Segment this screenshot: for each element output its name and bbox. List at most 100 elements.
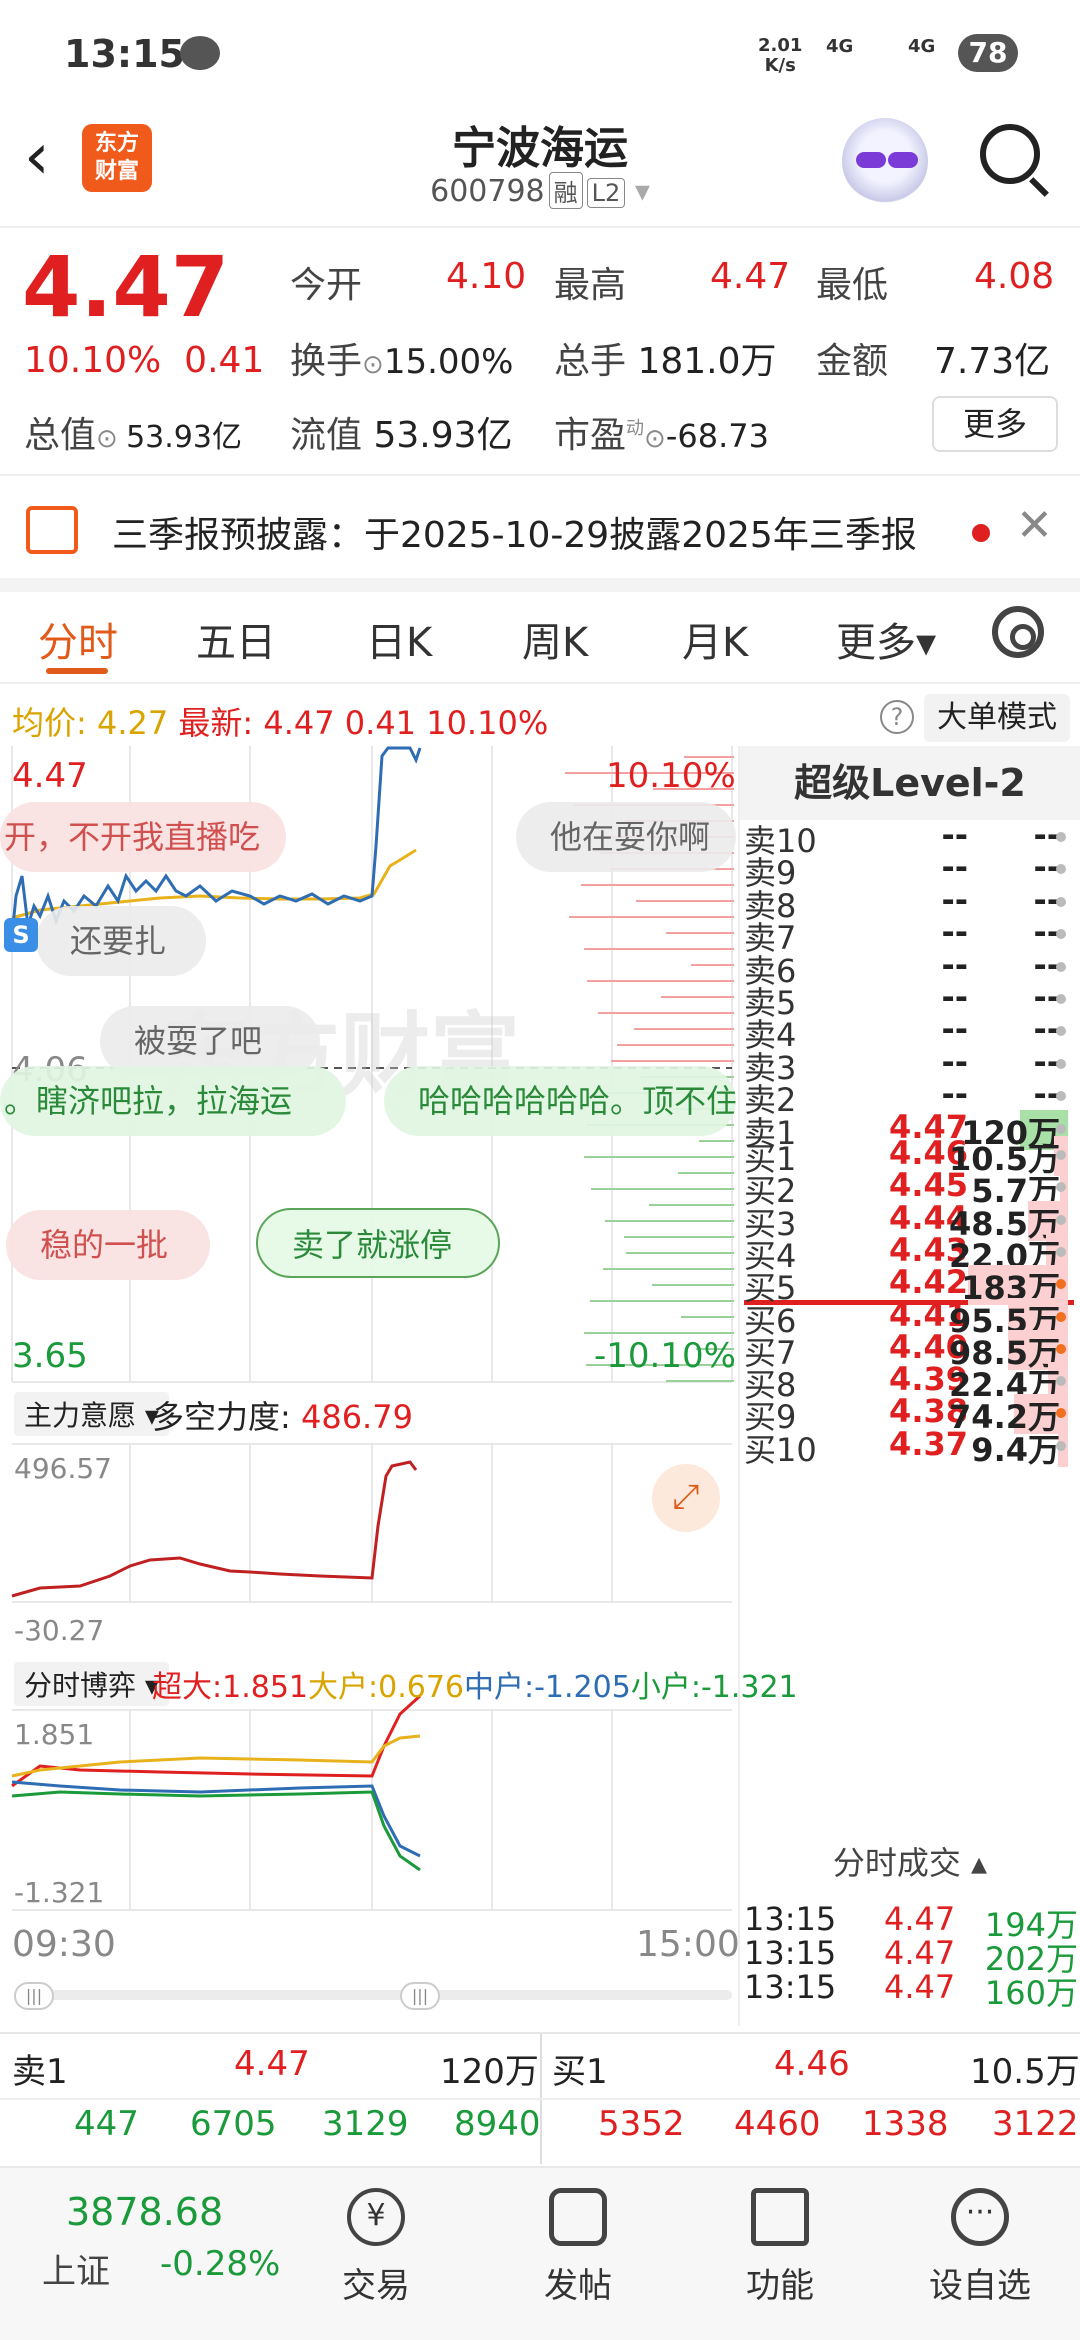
depth-bar bbox=[605, 1220, 734, 1222]
nav-functions[interactable]: 功能 bbox=[710, 2188, 850, 2307]
signal-icon: 4G bbox=[826, 36, 854, 57]
danmaku-bubble[interactable]: 开，不开我直播吃 bbox=[0, 802, 286, 872]
expand-icon[interactable]: ⤢ bbox=[652, 1464, 720, 1532]
trade-row: 13:15 4.47 160万 bbox=[744, 1968, 1078, 2012]
trade-amount: 金额 7.73亿 bbox=[816, 341, 1051, 382]
search-icon[interactable] bbox=[980, 124, 1040, 184]
grid-icon bbox=[751, 2188, 809, 2246]
depth-bar bbox=[617, 1044, 734, 1046]
depth-bar bbox=[666, 932, 734, 934]
depth-bar bbox=[666, 1380, 734, 1382]
tab-weekly-k[interactable]: 周K bbox=[522, 610, 588, 668]
chart-low-price: 3.65 bbox=[12, 1336, 88, 1376]
depth-bar bbox=[584, 948, 734, 950]
network-speed: 2.01 K/s bbox=[758, 35, 803, 76]
announcement-text: 三季报预披露：于2025-10-29披露2025年三季报 bbox=[112, 515, 917, 556]
tab-more[interactable]: 更多▾ bbox=[836, 610, 936, 668]
more-dots-icon: ··· bbox=[951, 2188, 1009, 2246]
trade-row: 13:15 4.47 194万 bbox=[744, 1900, 1078, 1944]
index-change: -0.28% bbox=[160, 2244, 281, 2284]
float-cap: 流值 53.93亿 bbox=[290, 415, 513, 456]
level2-tag: L2 bbox=[586, 178, 626, 208]
status-bar: 13:15 2.01 K/s 4G 4G 78 bbox=[0, 0, 1080, 110]
help-icon[interactable]: ? bbox=[880, 700, 914, 734]
nav-post[interactable]: 发帖 bbox=[508, 2188, 648, 2307]
orderbook-title: 超级Level-2 bbox=[740, 746, 1080, 820]
depth-bar bbox=[611, 1060, 734, 1062]
index-value[interactable]: 3878.68 bbox=[66, 2190, 223, 2234]
current-price: 4.47 bbox=[22, 238, 230, 336]
margin-tag: 融 bbox=[548, 172, 583, 209]
robot-assistant-icon[interactable] bbox=[842, 118, 928, 204]
depth-bar bbox=[584, 1156, 734, 1158]
indicator2-legend: 超大:1.851大户:0.676中户:-1.205小户:-1.321 bbox=[152, 1670, 798, 1705]
order-book: 超级Level-2 卖10 -- -- 卖9 -- -- 卖8 -- -- 卖7 -- -- 卖6 -- -… bbox=[738, 746, 1080, 2026]
battery-icon: 78 bbox=[958, 34, 1018, 72]
depth-bar bbox=[584, 1332, 734, 1334]
announcement-bar[interactable]: 三季报预披露：于2025-10-29披露2025年三季报 ✕ bbox=[0, 480, 1080, 580]
indicator1-min: -30.27 bbox=[14, 1614, 105, 1647]
depth-bar bbox=[590, 1300, 734, 1302]
indicator2-select[interactable]: 分时博弈 ▾ bbox=[14, 1662, 169, 1706]
danmaku-bubble[interactable]: 卖了就涨停 bbox=[256, 1208, 500, 1278]
depth-bar bbox=[569, 916, 734, 918]
open-price: 今开 4.10 bbox=[290, 256, 527, 306]
depth-bar bbox=[581, 884, 734, 886]
price-change: 10.10% 0.41 bbox=[24, 340, 265, 381]
index-name: 上证 bbox=[42, 2252, 110, 2292]
indicator1-max: 496.57 bbox=[14, 1452, 112, 1485]
depth-bar bbox=[649, 1204, 734, 1206]
tab-intraday[interactable]: 分时 bbox=[38, 610, 118, 668]
low-price: 最低 4.08 bbox=[816, 256, 1055, 306]
close-icon[interactable]: ✕ bbox=[1016, 500, 1053, 551]
nav-add-watchlist[interactable]: ··· 设自选 bbox=[910, 2188, 1050, 2307]
tab-five-day[interactable]: 五日 bbox=[196, 610, 276, 668]
unread-dot bbox=[972, 524, 990, 542]
small-line bbox=[11, 1790, 421, 1872]
scroll-handle-left[interactable]: ||| bbox=[14, 1982, 54, 2010]
depth-bar bbox=[661, 996, 734, 998]
danmaku-bubble[interactable]: 。瞎济吧拉，拉海运 bbox=[0, 1066, 346, 1136]
depth-bar bbox=[681, 1316, 734, 1318]
danmaku-bubble[interactable]: 稳的一批 bbox=[6, 1210, 210, 1280]
speaker-icon bbox=[26, 506, 78, 554]
gear-icon[interactable] bbox=[992, 606, 1044, 658]
chart-tabs: 分时 五日 日K 周K 月K 更多▾ bbox=[0, 588, 1080, 684]
status-time: 13:15 bbox=[64, 32, 185, 76]
indicator2-max: 1.851 bbox=[14, 1718, 95, 1751]
depth-bar bbox=[626, 1252, 734, 1254]
turnover-rate: 换手⊙15.00% bbox=[290, 341, 514, 382]
danmaku-bubble[interactable]: 哈哈哈哈哈哈。顶不住 bbox=[384, 1066, 736, 1136]
danmaku-bubble[interactable]: 还要扎 bbox=[36, 906, 206, 976]
depth-bar bbox=[598, 1012, 734, 1014]
depth-bar bbox=[587, 980, 734, 982]
bid-row[interactable]: 买10 4.37 9.4万 bbox=[740, 1421, 1080, 1469]
tab-daily-k[interactable]: 日K bbox=[366, 610, 432, 668]
big-order-mode-button[interactable]: 大单模式 bbox=[924, 694, 1070, 742]
edit-icon bbox=[549, 2188, 607, 2246]
market-cap: 总值⊙ 53.93亿 bbox=[24, 415, 242, 456]
more-button[interactable]: 更多 bbox=[932, 396, 1058, 452]
total-volume: 总手 181.0万 bbox=[554, 341, 777, 382]
chart-high-pct: 10.10% bbox=[606, 756, 736, 796]
price-info-line: 均价: 4.27 最新: 4.47 0.41 10.10% bbox=[12, 704, 549, 742]
indicator2-min: -1.321 bbox=[14, 1876, 105, 1909]
tab-monthly-k[interactable]: 月K bbox=[682, 610, 748, 668]
chat-notification-icon bbox=[180, 36, 220, 70]
s-badge-icon: S bbox=[4, 918, 38, 952]
depth-bar bbox=[603, 1268, 734, 1270]
chevron-down-icon: ▾ bbox=[634, 174, 650, 209]
indicator1-select[interactable]: 主力意愿 ▾ bbox=[14, 1392, 169, 1436]
chart-high-price: 4.47 bbox=[12, 756, 88, 796]
timeline-scrollbar[interactable] bbox=[14, 1990, 732, 2000]
indicator1-label: 多空力度: 486.79 bbox=[152, 1398, 413, 1436]
chart-low-pct: -10.10% bbox=[594, 1336, 736, 1376]
signal-icon-2: 4G bbox=[908, 36, 936, 57]
nav-trade[interactable]: ¥ 交易 bbox=[306, 2188, 446, 2307]
scroll-handle-right[interactable]: ||| bbox=[400, 1982, 440, 2010]
danmaku-bubble[interactable]: 他在耍你啊 bbox=[516, 802, 736, 872]
depth-bar bbox=[691, 964, 734, 966]
tick-trades-title[interactable]: 分时成交 ▴ bbox=[740, 1828, 1080, 1898]
yen-icon: ¥ bbox=[347, 2188, 405, 2246]
depth-bar bbox=[699, 1140, 734, 1142]
